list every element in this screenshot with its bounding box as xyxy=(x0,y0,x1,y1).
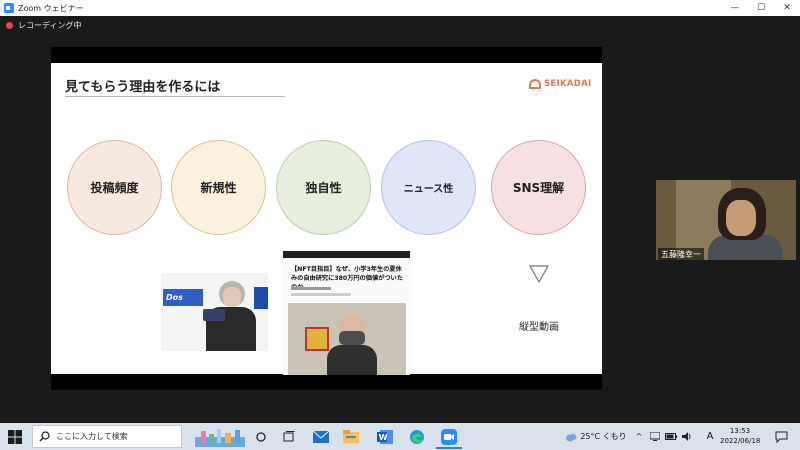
cloud-icon xyxy=(566,433,577,441)
cortana-circle-icon xyxy=(256,431,266,442)
article-kid-mask xyxy=(339,331,365,345)
zoom-icon xyxy=(441,428,457,445)
circle-label: ニュース性 xyxy=(403,184,454,195)
vertical-video-label: 縦型動画 xyxy=(519,322,559,333)
search-icon xyxy=(39,431,50,442)
minimize-button[interactable]: — xyxy=(722,0,748,16)
participant-video[interactable]: 五藤隆幸一 xyxy=(656,180,796,260)
windows-logo-icon xyxy=(8,429,22,444)
shared-screen: 見てもらう理由を作るには SEIKADAI 投稿頻度 新規性 独自性 ニュース性… xyxy=(51,47,602,390)
presentation-slide: 見てもらう理由を作るには SEIKADAI 投稿頻度 新規性 独自性 ニュース性… xyxy=(51,63,602,375)
zoom-app-button[interactable] xyxy=(436,423,462,450)
city-skyline-icon xyxy=(195,428,245,447)
svg-text:W: W xyxy=(379,433,388,442)
volume-button[interactable] xyxy=(680,423,694,450)
speaker-icon xyxy=(682,432,691,441)
mail-app-button[interactable] xyxy=(310,423,332,450)
photo-face xyxy=(223,287,241,307)
windows-taskbar: ここに入力して検索 W 25°C くもり ^ A 13:53 2022/06/1… xyxy=(0,423,800,450)
circle-label: 独自性 xyxy=(305,181,342,195)
weather-widget[interactable]: 25°C くもり xyxy=(562,423,630,450)
active-app-underline xyxy=(436,447,462,449)
start-button[interactable] xyxy=(0,423,30,450)
battery-button[interactable] xyxy=(664,423,678,450)
circle-newsworthiness: ニュース性 xyxy=(381,140,476,235)
article-meta xyxy=(291,287,331,290)
close-button[interactable]: ✕ xyxy=(774,0,800,16)
weather-text: 25°C くもり xyxy=(580,432,627,441)
cortana-button[interactable] xyxy=(252,423,270,450)
recording-indicator[interactable]: レコーディング中 xyxy=(6,20,81,31)
record-dot-icon xyxy=(6,22,13,29)
photo-banner: Dos xyxy=(163,289,203,306)
edge-icon xyxy=(410,429,424,444)
battery-icon xyxy=(665,433,677,440)
tray-expand-button[interactable]: ^ xyxy=(632,423,646,450)
seikadai-logo: SEIKADAI xyxy=(529,79,591,89)
article-screenshot: 【NFT目指目】なぜ、小学3年生の夏休みの自由研究に380万円の価値がついたのか xyxy=(283,251,410,375)
task-view-icon xyxy=(283,430,295,441)
taskbar-clock[interactable]: 13:53 2022/06/18 xyxy=(720,426,760,446)
circle-originality: 独自性 xyxy=(276,140,371,235)
circle-posting-frequency: 投稿頻度 xyxy=(67,140,162,235)
slide-title: 見てもらう理由を作るには xyxy=(65,80,221,95)
window-titlebar: Zoom ウェビナー — ☐ ✕ xyxy=(0,0,800,16)
word-icon: W xyxy=(377,429,393,444)
ime-mode-button[interactable]: A xyxy=(704,423,716,450)
photo-banner-right xyxy=(254,287,268,309)
down-triangle-icon xyxy=(529,265,549,283)
clock-date: 2022/06/18 xyxy=(720,437,761,445)
mail-icon xyxy=(313,430,329,443)
article-toy xyxy=(305,327,329,351)
network-icon xyxy=(650,432,660,441)
window-title: Zoom ウェビナー xyxy=(18,3,84,13)
notification-icon xyxy=(775,431,787,443)
photo-device xyxy=(203,309,225,321)
recording-label: レコーディング中 xyxy=(18,21,82,30)
circle-label: 投稿頻度 xyxy=(90,181,139,195)
ime-indicator: A xyxy=(706,431,714,442)
notification-button[interactable] xyxy=(770,423,792,450)
folder-icon xyxy=(343,430,359,443)
title-underline xyxy=(65,96,285,97)
logo-text: SEIKADAI xyxy=(544,79,592,89)
maximize-button[interactable]: ☐ xyxy=(748,0,774,16)
news-widget[interactable] xyxy=(192,423,248,450)
file-explorer-button[interactable] xyxy=(340,423,362,450)
edge-browser-button[interactable] xyxy=(404,423,430,450)
person-photo: Dos xyxy=(161,273,268,351)
participant-name: 五藤隆幸一 xyxy=(658,248,704,260)
word-app-button[interactable]: W xyxy=(372,423,398,450)
circle-label: SNS理解 xyxy=(512,181,565,195)
circle-sns-understanding: SNS理解 xyxy=(491,140,586,235)
task-view-button[interactable] xyxy=(280,423,298,450)
participant-face xyxy=(726,200,756,236)
clock-time: 13:53 xyxy=(729,427,751,435)
taskbar-search[interactable]: ここに入力して検索 xyxy=(32,425,182,448)
circle-label: 新規性 xyxy=(200,181,237,195)
circle-novelty: 新規性 xyxy=(171,140,266,235)
zoom-app-icon xyxy=(4,3,14,13)
article-kid-shirt xyxy=(327,345,377,375)
article-nav-bar xyxy=(283,251,410,258)
search-placeholder: ここに入力して検索 xyxy=(56,432,128,441)
logo-mark-icon xyxy=(529,79,541,89)
article-meta-secondary xyxy=(291,293,351,296)
chevron-up-icon: ^ xyxy=(635,432,643,441)
network-button[interactable] xyxy=(648,423,662,450)
